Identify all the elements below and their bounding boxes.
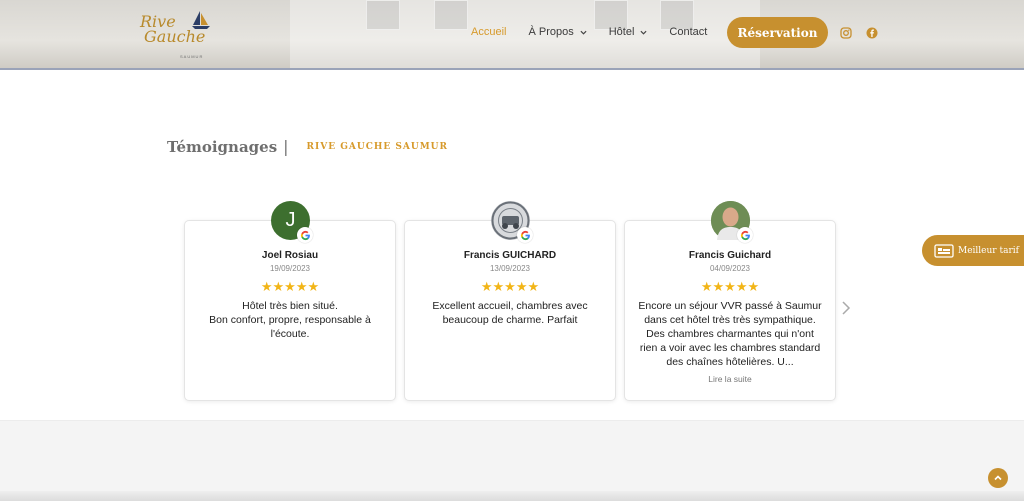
reviewer-name: Francis GUICHARD [463,250,557,261]
reviewer-name: Francis Guichard [688,250,772,261]
nav-item-hotel[interactable]: Hôtel [609,26,648,38]
main-nav: Accueil À Propos Hôtel Contact [471,26,729,38]
bed-icon [934,243,954,258]
chevron-right-icon[interactable] [840,300,852,316]
logo-wordmark: Rive Gauche [140,14,206,46]
nav-item-accueil[interactable]: Accueil [471,26,506,38]
testimonials-heading: Témoignages | RIVE GAUCHE SAUMUR [167,137,448,156]
nav-label: Hôtel [608,26,635,38]
review-date: 04/09/2023 [709,264,751,273]
section-title: Témoignages [167,137,278,156]
footer-bar [0,491,1024,501]
star-rating: ★★★★★ [260,279,320,294]
best-rate-button[interactable]: Meilleur tarif [922,235,1024,266]
read-more-link[interactable]: Lire la suite [624,374,836,384]
instagram-icon[interactable] [840,27,852,39]
reservation-button[interactable]: Réservation [727,17,828,48]
chevron-up-icon [994,475,1002,481]
section-subtitle: RIVE GAUCHE SAUMUR [306,141,449,152]
review-text: Excellent accueil, chambres avec beaucou… [432,300,588,326]
review-text: Hôtel très bien situé. Bon confort, prop… [209,300,371,340]
header-facade-window [434,0,468,30]
chevron-down-icon [580,30,587,35]
best-rate-label: Meilleur tarif [958,245,1019,256]
footer-area [0,420,1024,501]
logo-subtitle: SAUMUR [180,54,204,59]
nav-item-a-propos[interactable]: À Propos [528,26,587,38]
facebook-icon[interactable] [866,27,878,39]
nav-item-contact[interactable]: Contact [669,26,707,38]
review-date: 19/09/2023 [269,264,311,273]
google-icon [517,227,533,243]
title-separator: | [283,137,289,156]
back-to-top-button[interactable] [988,468,1008,488]
google-icon [737,227,753,243]
google-icon [297,227,313,243]
star-rating: ★★★★★ [700,279,760,294]
nav-label: Contact [669,26,708,38]
site-logo[interactable]: Rive Gauche SAUMUR [140,8,220,60]
nav-label: Accueil [471,26,507,38]
avatar: J [271,201,313,243]
nav-label: À Propos [528,26,574,38]
chevron-down-icon [640,30,647,35]
site-header: Rive Gauche SAUMUR Accueil À Propos Hôte… [0,0,1024,70]
avatar [491,201,533,243]
header-facade-window [366,0,400,30]
reviewer-name: Joel Rosiau [261,250,319,261]
avatar [711,201,753,243]
star-rating: ★★★★★ [480,279,540,294]
logo-line2: Gauche [144,27,206,46]
review-date: 13/09/2023 [489,264,531,273]
review-text: Encore un séjour VVR passé à Saumur dans… [638,300,822,368]
